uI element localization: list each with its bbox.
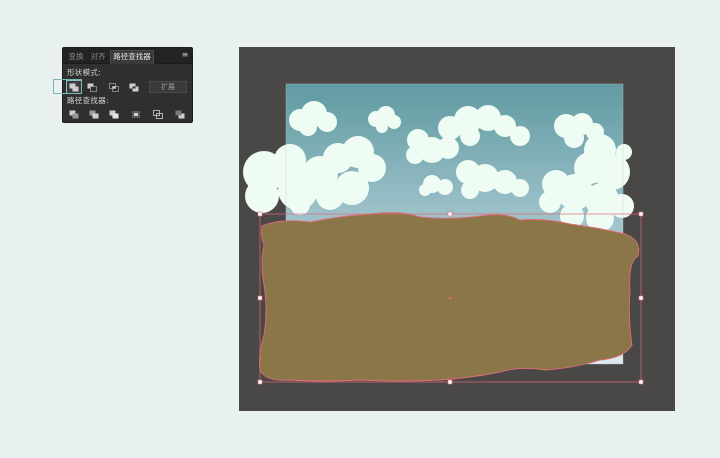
handle-middle-right [638,295,644,301]
handle-bottom-right [638,379,644,385]
handle-top-middle [447,211,453,217]
illustration-canvas [243,83,644,385]
center-point [448,296,452,300]
handle-middle-left [257,295,263,301]
ground-shape[interactable] [259,212,640,382]
handle-top-right [638,211,644,217]
handle-bottom-middle [447,379,453,385]
handle-bottom-left [257,379,263,385]
handle-top-left [257,211,263,217]
